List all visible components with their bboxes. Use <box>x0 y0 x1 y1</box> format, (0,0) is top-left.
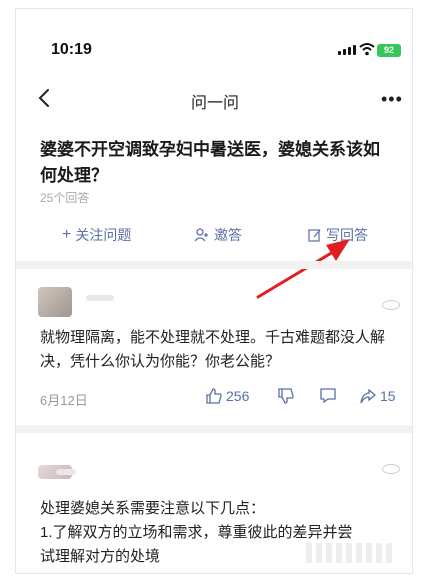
annotation-arrow-icon <box>256 239 350 299</box>
watermark <box>306 543 396 563</box>
thumbs-up-icon <box>206 388 222 404</box>
question-title: 婆婆不开空调致孕妇中暑送医，婆媳关系该如何处理？ <box>40 140 380 185</box>
share-icon <box>360 388 376 403</box>
invite-answer-button[interactable]: 邀答 <box>194 225 242 245</box>
section-divider <box>16 425 412 433</box>
nav-bar: 问一问 ••• <box>16 79 412 123</box>
answer-text[interactable]: 就物理隔离，能不处理就不处理。千古难题都没人解决，凭什么你认为你能？你老公能？ <box>40 326 400 374</box>
wifi-icon <box>359 43 375 56</box>
status-time: 10:19 <box>51 41 92 58</box>
view-icon[interactable] <box>382 464 400 474</box>
page-title: 问一问 <box>190 95 239 112</box>
dislike-button[interactable] <box>278 388 294 404</box>
follow-question-label: 关注问题 <box>75 227 132 243</box>
follow-question-button[interactable]: + 关注问题 <box>62 225 131 245</box>
view-icon[interactable] <box>382 300 400 310</box>
answer-text-line[interactable]: 1.了解双方的立场和需求，尊重彼此的差异并尝 <box>40 521 400 545</box>
answer-text-line[interactable]: 处理婆媳关系需要注意以下几点： <box>40 497 400 521</box>
status-bar: 10:19 92 <box>16 9 412 58</box>
share-button[interactable]: 15 <box>360 388 396 404</box>
more-menu-icon[interactable]: ••• <box>381 89 403 110</box>
phone-screen: 10:19 92 问一问 ••• 婆婆不开空调致孕妇中暑送医，婆媳关系该如何处理… <box>15 8 413 574</box>
plus-icon: + <box>62 226 72 243</box>
like-count: 256 <box>226 388 250 404</box>
author-name[interactable] <box>86 295 114 301</box>
avatar[interactable] <box>38 287 72 317</box>
author-name[interactable] <box>56 469 76 475</box>
invite-answer-label: 邀答 <box>214 227 242 243</box>
invite-user-icon <box>194 228 208 242</box>
share-count: 15 <box>380 388 396 404</box>
section-divider <box>16 261 412 269</box>
signal-icon <box>338 45 356 55</box>
like-button[interactable]: 256 <box>206 388 249 404</box>
answer-date: 6月12日 <box>40 393 88 408</box>
battery-indicator: 92 <box>377 44 401 57</box>
answer-count: 25个回答 <box>40 191 90 205</box>
comment-icon <box>320 388 336 403</box>
thumbs-down-icon <box>278 388 294 404</box>
comment-button[interactable] <box>320 388 336 403</box>
